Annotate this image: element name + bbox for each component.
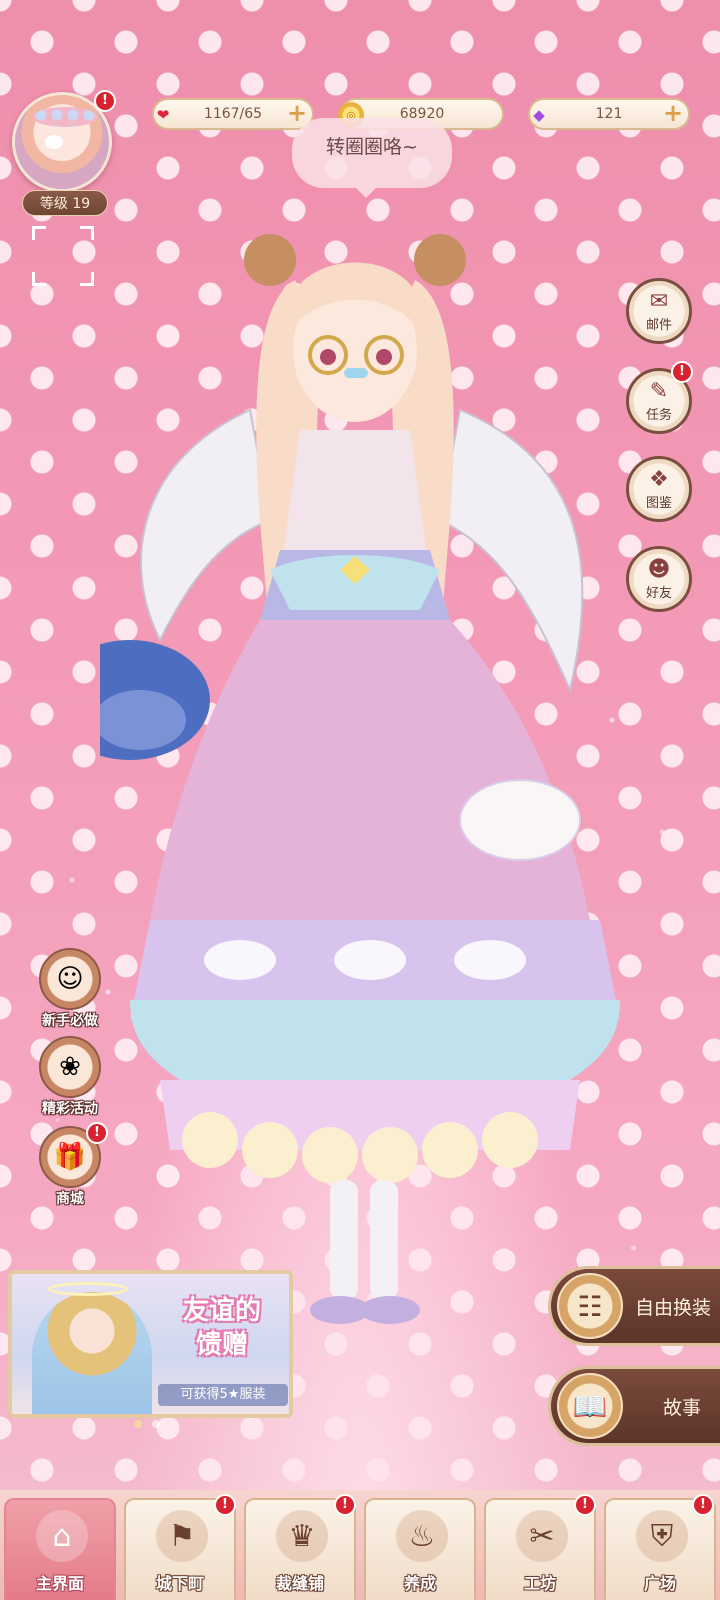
book-icon: 📖 [557, 1373, 623, 1439]
friends-label: 好友 [645, 585, 672, 601]
collection-button[interactable]: ❖ 图鉴 [626, 456, 692, 522]
bottom-nav: ⌂ 主界面 ⚑ 城下町 ! ♛ 裁缝铺 ! ♨ 养成 ✂ 工坊 ! ⛨ 广场 ! [0, 1490, 720, 1600]
add-diamond-button[interactable]: + [662, 101, 684, 125]
banner-pagination[interactable] [134, 1420, 160, 1428]
banner-title-line1: 友谊的 [182, 1296, 261, 1326]
story-button[interactable]: 📖 故事 [548, 1366, 720, 1446]
plaza-notification-badge: ! [692, 1494, 714, 1516]
tailor-notification-badge: ! [334, 1494, 356, 1516]
banner-title-line2: 馈赠 [195, 1330, 248, 1360]
nav-growth-label: 养成 [403, 1574, 436, 1593]
town-notification-badge: ! [214, 1494, 236, 1516]
heart-icon: ❤ [156, 106, 170, 124]
nav-workshop-label: 工坊 [523, 1574, 556, 1593]
screenshot-frame-icon[interactable] [32, 226, 94, 286]
nav-town[interactable]: ⚑ 城下町 ! [124, 1494, 236, 1600]
events-button[interactable]: ❀ 精彩活动 [30, 1036, 110, 1117]
dress-icon: ♛ [276, 1510, 328, 1562]
level-badge: 等级 19 [22, 190, 108, 216]
nav-plaza-label: 广场 [643, 1574, 676, 1593]
growth-icon: ♨ [396, 1510, 448, 1562]
page-dot-2[interactable] [152, 1420, 160, 1428]
nav-growth[interactable]: ♨ 养成 [364, 1498, 476, 1600]
avatar-notification-badge: ! [94, 90, 116, 112]
nav-tailor[interactable]: ♛ 裁缝铺 ! [244, 1494, 356, 1600]
stamina-value: 1167/65 [203, 106, 263, 122]
collection-label: 图鉴 [645, 495, 672, 511]
thread-spool-icon: ✂ [516, 1510, 568, 1562]
friends-icon: ☻ [647, 556, 671, 582]
newbie-label: 新手必做 [42, 1013, 98, 1029]
mail-button[interactable]: ✉ 邮件 [626, 278, 692, 344]
nav-town-label: 城下町 [155, 1574, 204, 1593]
events-label: 精彩活动 [42, 1101, 98, 1117]
nav-tailor-label: 裁缝铺 [275, 1574, 324, 1593]
mail-icon: ✉ [649, 288, 669, 314]
newbie-tasks-button[interactable]: ☺ 新手必做 [30, 948, 110, 1029]
character-figure[interactable] [100, 220, 660, 1380]
story-label: 故事 [663, 1396, 702, 1419]
collection-icon: ❖ [649, 466, 669, 492]
mail-label: 邮件 [645, 317, 672, 333]
quest-label: 任务 [645, 407, 672, 423]
banner-character-image [32, 1292, 152, 1414]
halo-icon [48, 1282, 128, 1296]
stamina-counter: ❤ 1167/65 + [152, 98, 314, 130]
game-main-screen: ! 等级 19 ❤ 1167/65 + ◎ 68920 ◆ 121 + 转圈圈咯… [0, 0, 720, 1600]
nav-home[interactable]: ⌂ 主界面 [4, 1498, 116, 1600]
newbie-icon: ☺ [39, 948, 101, 1010]
nav-plaza[interactable]: ⛨ 广场 ! [604, 1494, 716, 1600]
wardrobe-icon: ☷ [557, 1273, 623, 1339]
banner-subtitle: 可获得5★服装 [158, 1384, 288, 1406]
level-label: 等级 [39, 196, 68, 212]
town-flag-icon: ⚑ [156, 1510, 208, 1562]
character-speech-bubble: 转圈圈咯~ [292, 118, 452, 198]
free-dressup-label: 自由换装 [635, 1296, 712, 1319]
plaza-shield-icon: ⛨ [636, 1510, 688, 1562]
level-value: 19 [72, 196, 91, 212]
shop-label: 商城 [56, 1191, 84, 1207]
friendship-gift-banner[interactable]: 友谊的 馈赠 可获得5★服装 [8, 1270, 293, 1418]
quest-button[interactable]: ✎ 任务 ! [626, 361, 693, 434]
banner-title: 友谊的 馈赠 [162, 1294, 282, 1362]
friends-button[interactable]: ☻ 好友 [626, 546, 692, 612]
diamond-value: 121 [595, 106, 623, 122]
nav-home-label: 主界面 [35, 1574, 84, 1593]
workshop-notification-badge: ! [574, 1494, 596, 1516]
nav-workshop[interactable]: ✂ 工坊 ! [484, 1494, 596, 1600]
gem-icon: ◆ [533, 106, 545, 124]
add-stamina-button[interactable]: + [286, 101, 308, 125]
page-dot-1[interactable] [134, 1420, 142, 1428]
free-dressup-button[interactable]: ☷ 自由换装 [548, 1266, 720, 1346]
shop-notification-badge: ! [86, 1122, 108, 1144]
shop-button[interactable]: 🎁 商城 ! [30, 1122, 110, 1207]
diamond-counter: ◆ 121 + [528, 98, 690, 130]
quest-notification-badge: ! [671, 361, 693, 383]
event-gift-icon: ❀ [39, 1036, 101, 1098]
player-avatar-button[interactable]: ! [12, 90, 118, 198]
quest-icon: ✎ [649, 378, 669, 404]
home-icon: ⌂ [36, 1510, 88, 1562]
